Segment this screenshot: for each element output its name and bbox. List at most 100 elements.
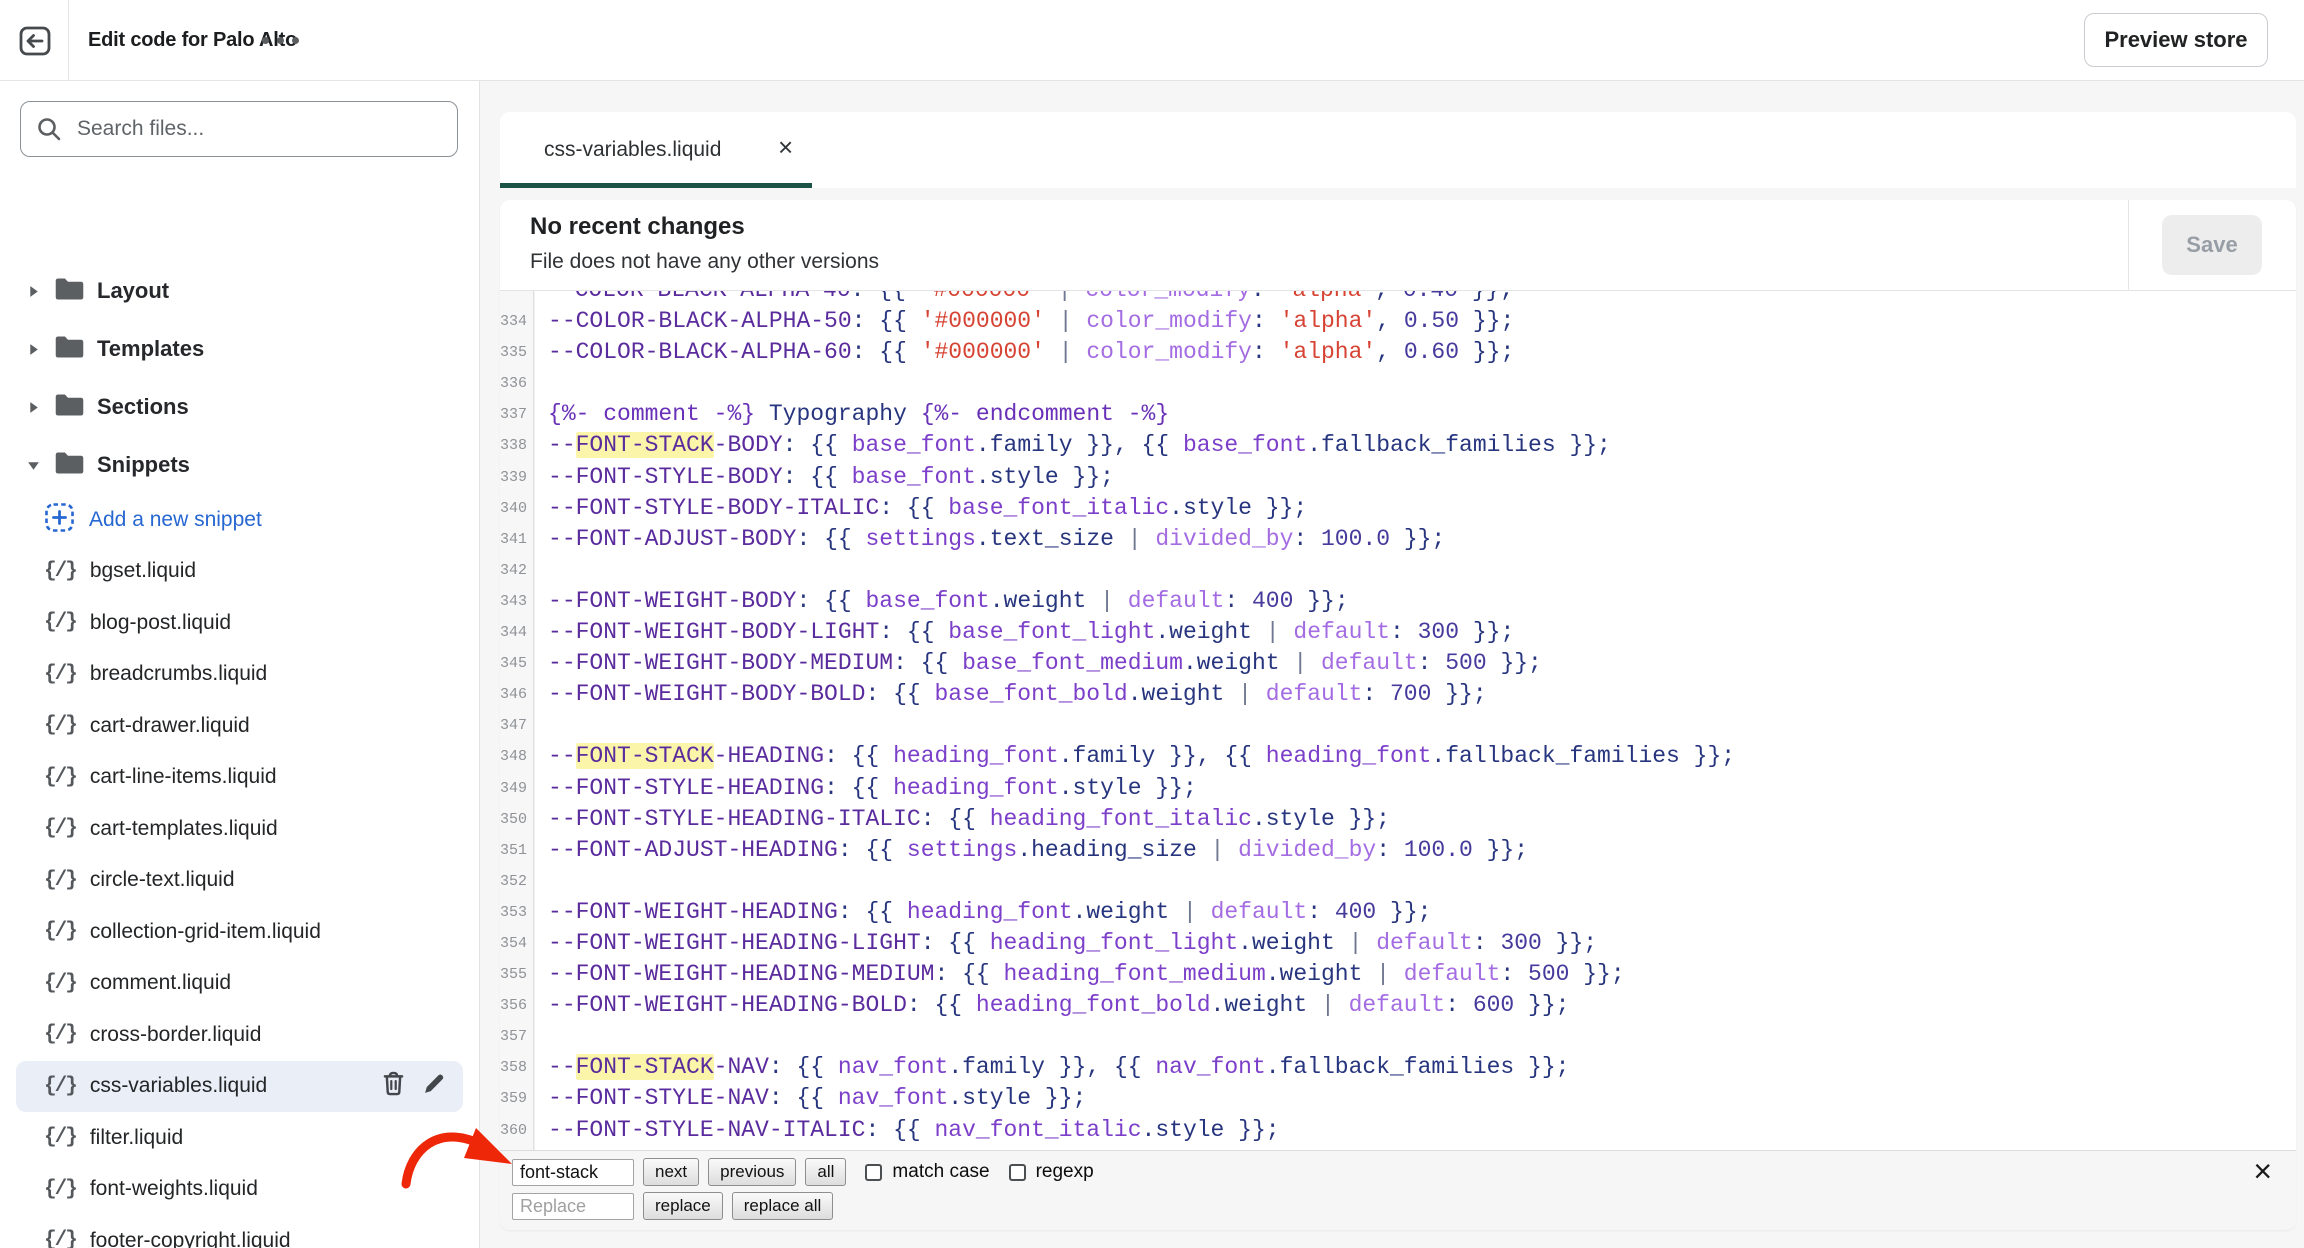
code-line: 334--COLOR-BLACK-ALPHA-50: {{ '#000000' … (500, 306, 2296, 337)
match-case-label: match case (892, 1161, 989, 1183)
sidebar-folder-layout[interactable]: Layout (0, 262, 479, 320)
code-line: 355--FONT-WEIGHT-HEADING-MEDIUM: {{ head… (500, 959, 2296, 990)
file-item-cart-line-items[interactable]: {/}cart-line-items.liquid (16, 752, 463, 804)
liquid-file-icon: {/} (44, 611, 76, 634)
line-number: 343 (500, 586, 534, 617)
sidebar-folder-sections[interactable]: Sections (0, 378, 479, 436)
line-content: --FONT-WEIGHT-HEADING-BOLD: {{ heading_f… (534, 990, 1569, 1021)
line-content (534, 710, 548, 741)
file-label: comment.liquid (90, 971, 231, 995)
file-label: cart-line-items.liquid (90, 765, 277, 789)
file-item-cart-templates[interactable]: {/}cart-templates.liquid (16, 803, 463, 855)
header-divider (2128, 200, 2129, 290)
liquid-file-icon: {/} (44, 920, 76, 943)
file-label: filter.liquid (90, 1126, 183, 1150)
liquid-file-icon: {/} (44, 972, 76, 995)
delete-file-icon[interactable] (381, 1070, 406, 1102)
overflow-menu-icon[interactable] (262, 30, 299, 50)
liquid-file-icon: {/} (44, 817, 76, 840)
regexp-label: regexp (1036, 1161, 1094, 1183)
liquid-file-icon: {/} (44, 714, 76, 737)
file-label: bgset.liquid (90, 559, 196, 583)
search-icon (36, 116, 62, 142)
replace-all-button[interactable]: replace all (732, 1192, 834, 1220)
folder-label: Templates (97, 336, 204, 362)
active-tab-underline (500, 183, 812, 188)
line-content (534, 368, 548, 399)
liquid-file-icon: {/} (44, 1178, 76, 1201)
file-item-css-variables[interactable]: {/}css-variables.liquid (16, 1061, 463, 1113)
code-line: 336 (500, 368, 2296, 399)
version-header-title: No recent changes (530, 213, 745, 241)
file-item-circle-text[interactable]: {/}circle-text.liquid (16, 855, 463, 907)
add-snippet-label: Add a new snippet (89, 508, 262, 532)
line-content: --FONT-WEIGHT-BODY-MEDIUM: {{ base_font_… (534, 648, 1542, 679)
file-item-comment[interactable]: {/} comment.liquid (16, 958, 463, 1010)
liquid-file-icon: {/} (44, 560, 76, 583)
code-line: 335--COLOR-BLACK-ALPHA-60: {{ '#000000' … (500, 337, 2296, 368)
replace-input[interactable] (512, 1193, 634, 1220)
line-content (534, 555, 548, 586)
sidebar-file-list: Add a new snippet {/} bgset.liquid {/}blog-… (0, 494, 479, 1248)
line-number: 338 (500, 430, 534, 461)
code-line: 360--FONT-STYLE-NAV-ITALIC: {{ nav_font_… (500, 1115, 2296, 1146)
line-content: --COLOR-BLACK-ALPHA-40: {{ '#000000' | c… (533, 291, 1513, 306)
line-number: 353 (500, 897, 534, 928)
file-label: cross-border.liquid (90, 1023, 262, 1047)
sidebar-folder-snippets[interactable]: Snippets (0, 436, 479, 494)
sidebar-folder-templates[interactable]: Templates (0, 320, 479, 378)
line-number: 355 (500, 959, 534, 990)
code-line: 350--FONT-STYLE-HEADING-ITALIC: {{ headi… (500, 804, 2296, 835)
file-item-footer-copyright[interactable]: {/}footer-copyright.liquid (16, 1215, 463, 1248)
save-button[interactable]: Save (2162, 215, 2262, 275)
regexp-checkbox[interactable] (1009, 1164, 1026, 1181)
find-previous-button[interactable]: previous (708, 1158, 796, 1186)
close-find-bar-icon[interactable]: × (2253, 1153, 2272, 1189)
code-line: 348--FONT-STACK-HEADING: {{ heading_font… (500, 741, 2296, 772)
code-editor[interactable]: --COLOR-BLACK-ALPHA-40: {{ '#000000' | c… (500, 291, 2296, 1150)
code-line: 342 (500, 555, 2296, 586)
file-item-cross-border[interactable]: {/}cross-border.liquid (16, 1009, 463, 1061)
line-number: 337 (500, 399, 534, 430)
file-item-collection-grid-item[interactable]: {/}collection-grid-item.liquid (16, 906, 463, 958)
folder-label: Layout (97, 278, 169, 304)
editor-tab-strip: css-variables.liquid × (500, 112, 2296, 188)
folder-icon (54, 392, 85, 423)
file-item-cart-drawer[interactable]: {/} cart-drawer.liquid (16, 700, 463, 752)
code-line: 351--FONT-ADJUST-HEADING: {{ settings.he… (500, 835, 2296, 866)
line-content: --FONT-STYLE-BODY: {{ base_font.style }}… (534, 462, 1114, 493)
file-label: circle-text.liquid (90, 868, 235, 892)
search-files-input[interactable]: Search files... (20, 101, 458, 157)
preview-store-button[interactable]: Preview store (2084, 13, 2268, 67)
tab-label: css-variables.liquid (544, 112, 721, 188)
line-number: 347 (500, 710, 534, 741)
line-content: --FONT-WEIGHT-HEADING-LIGHT: {{ heading_… (534, 928, 1597, 959)
line-content: --FONT-WEIGHT-BODY-BOLD: {{ base_font_bo… (534, 679, 1487, 710)
add-new-snippet-button[interactable]: Add a new snippet (16, 494, 463, 546)
code-line: 356--FONT-WEIGHT-HEADING-BOLD: {{ headin… (500, 990, 2296, 1021)
match-case-checkbox[interactable] (865, 1164, 882, 1181)
line-content: --FONT-WEIGHT-HEADING: {{ heading_font.w… (534, 897, 1431, 928)
file-item-filter[interactable]: {/}filter.liquid (16, 1112, 463, 1164)
close-tab-icon[interactable]: × (778, 132, 793, 163)
file-item-bgset[interactable]: {/} bgset.liquid (16, 546, 463, 598)
find-all-button[interactable]: all (805, 1158, 846, 1186)
folder-icon (54, 334, 85, 365)
rename-file-icon[interactable] (422, 1071, 447, 1101)
line-number: 346 (500, 679, 534, 710)
line-number: 334 (500, 306, 534, 337)
find-input[interactable] (512, 1159, 634, 1186)
folder-icon (54, 450, 85, 481)
file-label: cart-drawer.liquid (90, 714, 250, 738)
tab-css-variables[interactable]: css-variables.liquid × (500, 112, 812, 188)
file-item-font-weights[interactable]: {/}font-weights.liquid (16, 1164, 463, 1216)
collapse-sidebar-icon[interactable] (16, 22, 54, 60)
file-item-breadcrumbs[interactable]: {/}breadcrumbs.liquid (16, 649, 463, 701)
file-item-blog-post[interactable]: {/}blog-post.liquid (16, 597, 463, 649)
line-content: --FONT-STYLE-HEADING: {{ heading_font.st… (534, 773, 1197, 804)
version-header-subtitle: File does not have any other versions (530, 250, 879, 274)
find-next-button[interactable]: next (643, 1158, 699, 1186)
line-content: --FONT-WEIGHT-BODY: {{ base_font.weight … (534, 586, 1349, 617)
replace-button[interactable]: replace (643, 1192, 723, 1220)
code-line: 338--FONT-STACK-BODY: {{ base_font.famil… (500, 430, 2296, 461)
